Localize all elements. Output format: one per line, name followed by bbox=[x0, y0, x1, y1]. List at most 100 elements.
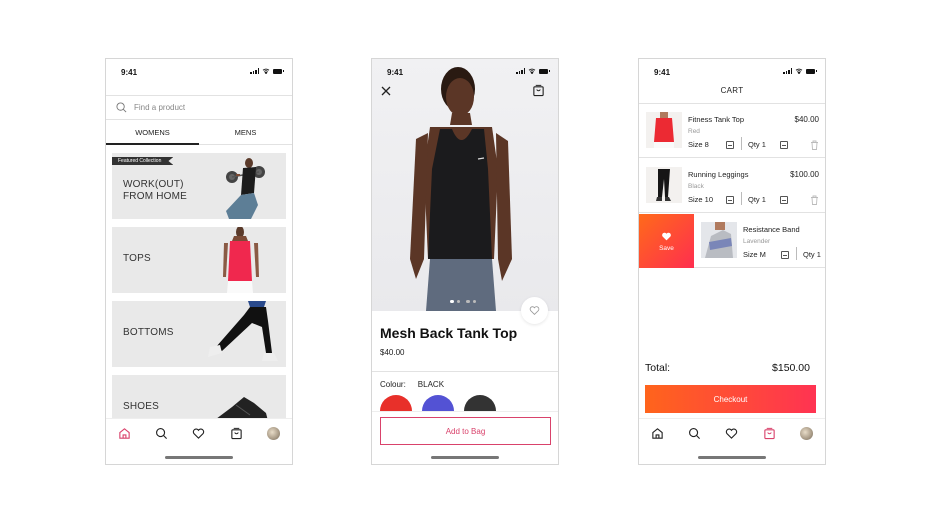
cart-item: Resistance Band Lavender Size M Qty 1 bbox=[694, 214, 825, 268]
trash-icon[interactable] bbox=[810, 195, 819, 205]
cart-item: Fitness Tank Top $40.00 Red Size 8 Qty 1 bbox=[639, 104, 825, 158]
category-label: SHOES bbox=[123, 401, 160, 412]
status-icons bbox=[250, 68, 284, 74]
save-label: Save bbox=[659, 244, 674, 252]
cart-screen: 9:41 CART Fitness Tank Top $40.00 Red Si… bbox=[638, 58, 826, 465]
size-dropdown-icon[interactable] bbox=[726, 196, 734, 204]
status-bar: 9:41 bbox=[106, 59, 292, 83]
item-price: $40.00 bbox=[794, 115, 819, 124]
search-icon bbox=[116, 102, 127, 113]
nav-bag[interactable] bbox=[759, 424, 779, 444]
nav-bag[interactable] bbox=[226, 424, 246, 444]
heart-icon bbox=[662, 232, 671, 240]
divider bbox=[741, 137, 742, 150]
product-price: $40.00 bbox=[380, 348, 405, 357]
signal-icon bbox=[516, 68, 525, 74]
avatar bbox=[266, 427, 280, 440]
item-size: Size 10 bbox=[688, 195, 714, 204]
battery-icon bbox=[273, 68, 284, 74]
page-title: CART bbox=[720, 86, 744, 95]
nav-profile[interactable] bbox=[263, 424, 283, 444]
total-label: Total: bbox=[645, 362, 671, 374]
item-qty: Qty 1 bbox=[803, 250, 821, 259]
home-screen: 9:41 WOMENS MENS Featured Collection WOR… bbox=[105, 58, 293, 465]
cart-item: Running Leggings $100.00 Black Size 10 Q… bbox=[639, 159, 825, 213]
battery-icon bbox=[539, 68, 550, 74]
colour-value: BLACK bbox=[417, 380, 445, 389]
favorite-button[interactable] bbox=[521, 297, 548, 324]
item-qty: Qty 1 bbox=[748, 140, 766, 149]
item-thumbnail[interactable] bbox=[646, 112, 682, 148]
cart-total: Total: $150.00 bbox=[645, 362, 810, 374]
carousel-dot[interactable] bbox=[472, 299, 476, 303]
item-size: Size 8 bbox=[688, 140, 709, 149]
bag-icon bbox=[230, 427, 242, 440]
status-time: 9:41 bbox=[654, 68, 671, 77]
nav-favorites[interactable] bbox=[189, 424, 209, 444]
item-thumbnail[interactable] bbox=[646, 167, 682, 203]
item-price: $100.00 bbox=[790, 170, 819, 179]
nav-search[interactable] bbox=[152, 424, 172, 444]
signal-icon bbox=[250, 68, 259, 74]
add-to-bag-button[interactable]: Add to Bag bbox=[380, 417, 551, 445]
qty-dropdown-icon[interactable] bbox=[780, 141, 788, 149]
size-dropdown-icon[interactable] bbox=[781, 251, 789, 259]
size-dropdown-icon[interactable] bbox=[726, 141, 734, 149]
checkout-button[interactable]: Checkout bbox=[645, 385, 816, 413]
total-value: $150.00 bbox=[772, 362, 810, 374]
divider bbox=[796, 247, 797, 260]
bag-icon bbox=[763, 427, 775, 440]
item-thumbnail[interactable] bbox=[701, 222, 737, 258]
home-indicator bbox=[431, 456, 499, 459]
status-icons bbox=[783, 68, 817, 74]
nav-home[interactable] bbox=[115, 424, 135, 444]
heart-icon bbox=[726, 428, 738, 439]
category-label: WORK(OUT) FROM HOME bbox=[123, 179, 188, 202]
category-card-tops[interactable]: TOPS bbox=[112, 227, 286, 293]
status-time: 9:41 bbox=[387, 68, 404, 77]
carousel-dot[interactable] bbox=[456, 299, 460, 303]
battery-icon bbox=[806, 68, 817, 74]
home-icon bbox=[119, 428, 130, 439]
wifi-icon bbox=[528, 68, 536, 74]
category-card-bottoms[interactable]: BOTTOMS bbox=[112, 301, 286, 367]
bottom-nav bbox=[639, 418, 825, 448]
nav-home[interactable] bbox=[648, 424, 668, 444]
gender-tabs: WOMENS MENS bbox=[106, 120, 292, 145]
colour-row: Colour: BLACK bbox=[380, 380, 444, 389]
save-for-later-button[interactable]: Save bbox=[639, 214, 694, 268]
product-title: Mesh Back Tank Top bbox=[380, 325, 518, 341]
item-qty: Qty 1 bbox=[748, 195, 766, 204]
close-icon[interactable] bbox=[380, 85, 392, 97]
product-image-carousel[interactable] bbox=[372, 59, 558, 311]
item-name: Running Leggings bbox=[688, 170, 749, 179]
divider bbox=[741, 192, 742, 205]
nav-profile[interactable] bbox=[796, 424, 816, 444]
status-bar: 9:41 bbox=[639, 59, 825, 83]
bottom-nav bbox=[106, 418, 292, 448]
nav-search[interactable] bbox=[685, 424, 705, 444]
search-bar[interactable] bbox=[106, 95, 292, 120]
carousel-dot[interactable] bbox=[450, 299, 454, 303]
category-label: BOTTOMS bbox=[123, 327, 174, 338]
wifi-icon bbox=[262, 68, 270, 74]
featured-collection-badge: Featured Collection bbox=[112, 157, 174, 165]
status-icons bbox=[516, 68, 550, 74]
search-input[interactable] bbox=[134, 103, 274, 112]
bag-icon[interactable] bbox=[532, 84, 545, 97]
item-name: Fitness Tank Top bbox=[688, 115, 745, 124]
tab-mens[interactable]: MENS bbox=[199, 120, 292, 144]
nav-favorites[interactable] bbox=[722, 424, 742, 444]
workout-model-image bbox=[226, 158, 265, 219]
tab-womens[interactable]: WOMENS bbox=[106, 120, 199, 145]
trash-icon[interactable] bbox=[810, 140, 819, 150]
category-card-workout-from-home[interactable]: Featured Collection WORK(OUT) FROM HOME bbox=[112, 153, 286, 219]
item-size: Size M bbox=[743, 250, 766, 259]
divider bbox=[372, 371, 558, 372]
carousel-dot[interactable] bbox=[466, 299, 470, 303]
qty-dropdown-icon[interactable] bbox=[780, 196, 788, 204]
product-photo bbox=[410, 67, 512, 311]
heart-icon bbox=[193, 428, 205, 439]
item-color: Black bbox=[688, 183, 704, 190]
resistance-band-image bbox=[705, 222, 733, 258]
